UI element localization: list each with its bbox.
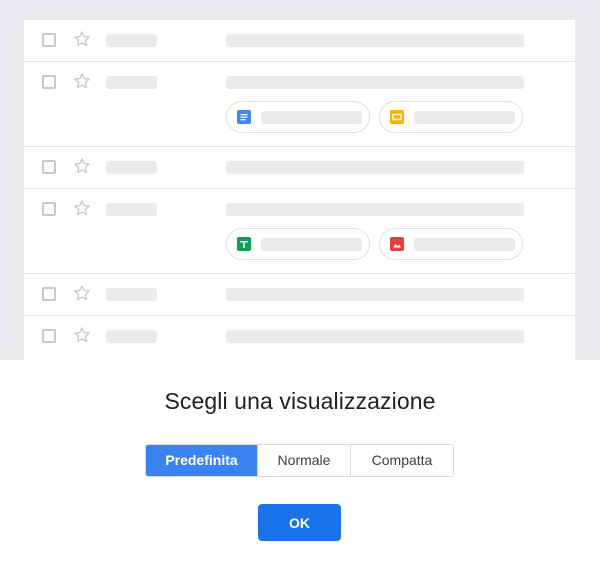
- sender-placeholder: [106, 330, 157, 343]
- slides-icon: [390, 110, 404, 124]
- attachment-name-placeholder: [261, 238, 362, 251]
- checkbox[interactable]: [42, 75, 56, 89]
- attachment-chip[interactable]: [226, 228, 370, 260]
- subject-placeholder: [226, 76, 524, 89]
- list-item: [24, 62, 575, 147]
- subject-placeholder: [226, 161, 524, 174]
- inbox-preview-backdrop: [0, 0, 600, 360]
- checkbox[interactable]: [42, 329, 56, 343]
- sender-placeholder: [106, 161, 157, 174]
- star-icon[interactable]: [72, 71, 92, 91]
- attachment-name-placeholder: [414, 238, 515, 251]
- subject-placeholder: [226, 203, 524, 216]
- view-density-selector: Predefinita Normale Compatta: [145, 444, 454, 477]
- list-item: [24, 147, 575, 189]
- attachment-name-placeholder: [414, 111, 515, 124]
- checkbox[interactable]: [42, 287, 56, 301]
- star-icon[interactable]: [72, 198, 92, 218]
- sender-placeholder: [106, 34, 157, 47]
- checkbox[interactable]: [42, 33, 56, 47]
- checkbox[interactable]: [42, 160, 56, 174]
- docs-icon: [237, 110, 251, 124]
- subject-placeholder: [226, 330, 524, 343]
- attachment-chip[interactable]: [379, 101, 523, 133]
- subject-placeholder: [226, 288, 524, 301]
- image-icon: [390, 237, 404, 251]
- option-normal[interactable]: Normale: [257, 445, 350, 476]
- checkbox[interactable]: [42, 202, 56, 216]
- star-icon[interactable]: [72, 156, 92, 176]
- attachment-chip[interactable]: [379, 228, 523, 260]
- sender-placeholder: [106, 288, 157, 301]
- option-compact[interactable]: Compatta: [350, 445, 453, 476]
- attachment-name-placeholder: [261, 111, 362, 124]
- sender-placeholder: [106, 76, 157, 89]
- star-icon[interactable]: [72, 325, 92, 345]
- inbox-preview: [24, 20, 575, 360]
- ok-button[interactable]: OK: [258, 504, 341, 541]
- list-item: [24, 20, 575, 62]
- list-item: [24, 189, 575, 274]
- dialog-title: Scegli una visualizzazione: [164, 388, 436, 414]
- star-icon[interactable]: [72, 29, 92, 49]
- list-item: [24, 316, 575, 358]
- sender-placeholder: [106, 203, 157, 216]
- attachment-chip[interactable]: [226, 101, 370, 133]
- subject-placeholder: [226, 34, 524, 47]
- option-default[interactable]: Predefinita: [146, 445, 257, 476]
- star-icon[interactable]: [72, 283, 92, 303]
- sheets-icon: [237, 237, 251, 251]
- list-item: [24, 274, 575, 316]
